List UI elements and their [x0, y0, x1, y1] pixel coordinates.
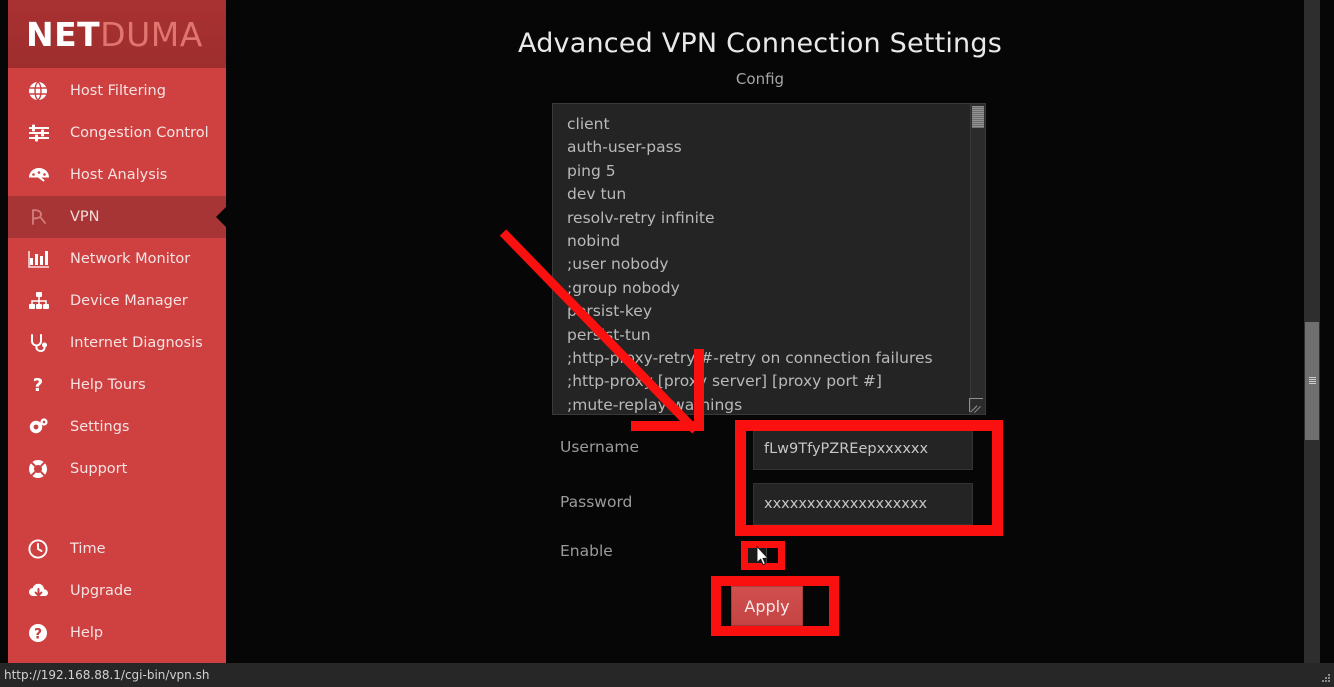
page-viewport: NETDUMA Host Filtering Congestion Contro… — [0, 0, 1334, 663]
question-mark-icon: ? — [28, 375, 58, 395]
sidebar-secondary-nav: Time Upgrade ? Help — [8, 528, 226, 654]
clock-icon — [28, 539, 58, 559]
sidebar-item-label: Help Tours — [70, 377, 146, 393]
sidebar-item-label: Internet Diagnosis — [70, 335, 203, 351]
sidebar-primary-nav: Host Filtering Congestion Control Host A… — [8, 68, 226, 490]
question-circle-icon: ? — [28, 623, 58, 643]
sidebar-item-host-analysis[interactable]: Host Analysis — [8, 154, 226, 196]
cloud-download-icon — [28, 581, 58, 601]
gears-icon — [28, 417, 58, 437]
sidebar-item-label: Network Monitor — [70, 251, 190, 267]
config-field-wrapper — [552, 103, 986, 415]
stethoscope-icon — [28, 333, 58, 353]
sidebar-item-host-filtering[interactable]: Host Filtering — [8, 70, 226, 112]
sidebar-item-label: Upgrade — [70, 583, 132, 599]
page-title: Advanced VPN Connection Settings — [226, 28, 1294, 59]
sidebar-item-label: Host Analysis — [70, 167, 167, 183]
brand-logo-duma: DUMA — [100, 18, 203, 51]
username-input[interactable] — [753, 428, 973, 470]
sliders-icon — [28, 123, 58, 143]
sidebar-item-time[interactable]: Time — [8, 528, 226, 570]
sidebar: NETDUMA Host Filtering Congestion Contro… — [8, 0, 226, 663]
browser-window: NETDUMA Host Filtering Congestion Contro… — [0, 0, 1334, 687]
password-label: Password — [560, 493, 632, 511]
sitemap-icon — [28, 291, 58, 311]
page-scrollbar[interactable] — [1304, 0, 1320, 663]
bar-chart-icon — [28, 249, 58, 269]
sidebar-item-settings[interactable]: Settings — [8, 406, 226, 448]
page-scrollbar-thumb[interactable] — [1305, 322, 1319, 440]
svg-text:?: ? — [33, 375, 43, 395]
sidebar-item-upgrade[interactable]: Upgrade — [8, 570, 226, 612]
config-field-label: Config — [226, 70, 1294, 88]
gauge-icon — [28, 165, 58, 185]
sidebar-item-label: Support — [70, 461, 127, 477]
username-label: Username — [560, 438, 639, 456]
brand-logo-net: NET — [26, 18, 100, 51]
sidebar-item-vpn[interactable]: VPN — [8, 196, 226, 238]
sidebar-item-help-tours[interactable]: ? Help Tours — [8, 364, 226, 406]
config-textarea[interactable] — [552, 103, 986, 415]
sidebar-item-internet-diagnosis[interactable]: Internet Diagnosis — [8, 322, 226, 364]
life-ring-icon — [28, 459, 58, 479]
config-textarea-scroll-thumb[interactable] — [972, 106, 984, 128]
svg-text:?: ? — [34, 627, 42, 643]
password-input[interactable] — [753, 483, 973, 525]
browser-status-bar: http://192.168.88.1/cgi-bin/vpn.sh — [0, 663, 1334, 687]
sidebar-item-label: Time — [70, 541, 106, 557]
sidebar-item-support[interactable]: Support — [8, 448, 226, 490]
sidebar-item-network-monitor[interactable]: Network Monitor — [8, 238, 226, 280]
enable-checkbox[interactable] — [745, 545, 767, 565]
window-resize-grip[interactable] — [1321, 674, 1331, 684]
sidebar-item-label: Help — [70, 625, 103, 641]
config-textarea-resize-grip[interactable] — [969, 398, 983, 412]
apply-button[interactable]: Apply — [731, 586, 803, 626]
sidebar-item-device-manager[interactable]: Device Manager — [8, 280, 226, 322]
sidebar-item-label: Device Manager — [70, 293, 188, 309]
main-content: Advanced VPN Connection Settings Config … — [226, 0, 1334, 663]
globe-icon — [28, 81, 58, 101]
enable-label: Enable — [560, 542, 613, 560]
sidebar-item-label: Congestion Control — [70, 125, 209, 141]
sidebar-item-label: Settings — [70, 419, 129, 435]
brand-logo[interactable]: NETDUMA — [8, 0, 226, 68]
sidebar-item-congestion-control[interactable]: Congestion Control — [8, 112, 226, 154]
vpn-icon — [28, 207, 58, 227]
sidebar-item-label: VPN — [70, 209, 100, 225]
sidebar-item-label: Host Filtering — [70, 83, 166, 99]
status-bar-url: http://192.168.88.1/cgi-bin/vpn.sh — [0, 668, 209, 682]
config-textarea-scrollbar[interactable] — [970, 104, 985, 414]
sidebar-item-help[interactable]: ? Help — [8, 612, 226, 654]
